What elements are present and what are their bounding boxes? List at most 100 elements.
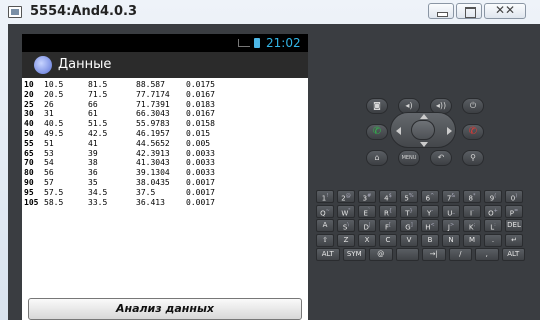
key[interactable]: H< bbox=[421, 219, 439, 232]
close-button[interactable]: ✕✕ bbox=[484, 3, 526, 19]
key[interactable]: C bbox=[379, 233, 397, 247]
key-label: Z bbox=[343, 235, 349, 244]
key[interactable]: B bbox=[421, 233, 439, 247]
key[interactable]: Z bbox=[337, 233, 355, 247]
home-button[interactable]: ⌂ bbox=[366, 150, 388, 166]
key[interactable]: U_ bbox=[442, 204, 460, 218]
key[interactable]: G] bbox=[400, 219, 418, 232]
table-cell: 0.0017 bbox=[186, 187, 215, 197]
key[interactable]: 1! bbox=[316, 190, 334, 203]
key[interactable]: F[ bbox=[379, 219, 397, 232]
table-cell: 0.0017 bbox=[186, 197, 215, 207]
table-cell: 20 bbox=[24, 89, 34, 99]
key[interactable]: 3# bbox=[358, 190, 376, 203]
key[interactable]: . bbox=[484, 233, 502, 247]
table-row: 55 51 41 44.5652 0.005 bbox=[24, 139, 226, 149]
key[interactable]: O+ bbox=[484, 204, 502, 218]
key[interactable]: ↵ bbox=[505, 233, 523, 247]
key[interactable]: Y- bbox=[421, 204, 439, 218]
key-alt-label: + bbox=[493, 207, 498, 214]
key[interactable]: 4$ bbox=[379, 190, 397, 203]
table-cell: 25 bbox=[24, 99, 34, 109]
key[interactable]: 0) bbox=[505, 190, 523, 203]
key[interactable]: 7& bbox=[442, 190, 460, 203]
table-cell: 0.0033 bbox=[186, 148, 215, 158]
power-button[interactable]: ⏻ bbox=[462, 98, 484, 114]
key[interactable]: E` bbox=[358, 204, 376, 218]
key[interactable]: ⇧ bbox=[316, 233, 334, 247]
table-cell: 26 bbox=[44, 99, 54, 109]
key[interactable]: / bbox=[448, 248, 472, 261]
table-row: 30 31 61 66.3043 0.0167 bbox=[24, 109, 226, 119]
key[interactable]: D| bbox=[358, 219, 376, 232]
key-alt-label: @ bbox=[345, 193, 351, 199]
table-cell: 40 bbox=[24, 119, 34, 129]
call-button[interactable]: ✆ bbox=[366, 124, 388, 140]
key-alt-label: - bbox=[472, 207, 474, 214]
key-label: V bbox=[406, 235, 412, 244]
table-cell: 39 bbox=[88, 148, 98, 158]
key-label: A bbox=[322, 221, 328, 229]
table-cell: 88.587 bbox=[136, 80, 165, 89]
key[interactable]: P= bbox=[505, 204, 523, 218]
dpad-center-button[interactable] bbox=[411, 120, 435, 140]
table-cell: 0.0158 bbox=[186, 119, 215, 129]
key[interactable]: →| bbox=[422, 248, 446, 261]
key[interactable]: R{ bbox=[379, 204, 397, 218]
key[interactable]: L: bbox=[484, 219, 502, 232]
table-cell: 49.5 bbox=[44, 128, 64, 138]
key[interactable]: S\ bbox=[337, 219, 355, 232]
table-cell: 55.9783 bbox=[136, 119, 170, 129]
key[interactable]: 8* bbox=[463, 190, 481, 203]
dpad-left-icon[interactable] bbox=[396, 127, 401, 135]
key[interactable]: @ bbox=[369, 248, 393, 261]
key[interactable]: 5% bbox=[400, 190, 418, 203]
table-cell: 71.5 bbox=[88, 89, 108, 99]
key[interactable]: I- bbox=[463, 204, 481, 218]
key[interactable]: N bbox=[442, 233, 460, 247]
key-label: M bbox=[468, 235, 476, 244]
camera-button[interactable]: ◙ bbox=[366, 98, 388, 114]
key[interactable] bbox=[395, 248, 419, 261]
key[interactable]: DEL bbox=[505, 219, 523, 232]
key[interactable]: ALT bbox=[316, 248, 340, 261]
menu-button[interactable]: MENU bbox=[398, 150, 420, 166]
key[interactable]: M bbox=[463, 233, 481, 247]
table-cell: 70 bbox=[24, 158, 34, 168]
table-cell: 10 bbox=[24, 80, 34, 89]
dpad-down-icon[interactable] bbox=[420, 142, 428, 147]
key[interactable]: T} bbox=[400, 204, 418, 218]
key-label: ALT bbox=[507, 250, 520, 258]
table-cell: 33.5 bbox=[88, 197, 108, 207]
table-cell: 0.0175 bbox=[186, 80, 215, 89]
key[interactable]: X bbox=[358, 233, 376, 247]
key[interactable]: 9( bbox=[484, 190, 502, 203]
key[interactable]: 2@ bbox=[337, 190, 355, 203]
dpad-right-icon[interactable] bbox=[447, 127, 452, 135]
maximize-button[interactable] bbox=[456, 3, 482, 19]
key[interactable]: Q~ bbox=[316, 204, 334, 218]
table-cell: 57 bbox=[44, 177, 54, 187]
key-alt-label: ) bbox=[515, 193, 518, 199]
back-button[interactable]: ↶ bbox=[430, 150, 452, 166]
search-button[interactable]: ⚲ bbox=[462, 150, 484, 166]
key[interactable]: A bbox=[316, 219, 334, 232]
key[interactable]: ALT bbox=[501, 248, 525, 261]
table-cell: 39.1304 bbox=[136, 168, 170, 178]
key[interactable]: 6^ bbox=[421, 190, 439, 203]
key-alt-label: : bbox=[494, 222, 496, 228]
app-title: Данные bbox=[58, 57, 112, 72]
dpad[interactable] bbox=[390, 112, 456, 148]
table-cell: 37.5 bbox=[136, 187, 156, 197]
minimize-button[interactable] bbox=[428, 3, 454, 19]
key[interactable]: K; bbox=[463, 219, 481, 232]
end-call-button[interactable]: ✆ bbox=[462, 124, 484, 140]
key[interactable]: W" bbox=[337, 204, 355, 218]
key[interactable]: SYM bbox=[342, 248, 366, 261]
table-cell: 55 bbox=[24, 138, 34, 148]
dpad-up-icon[interactable] bbox=[420, 114, 428, 119]
analyze-data-button[interactable]: Анализ данных bbox=[28, 298, 302, 320]
key[interactable]: V bbox=[400, 233, 418, 247]
key[interactable]: J> bbox=[442, 219, 460, 232]
key[interactable]: , bbox=[475, 248, 499, 261]
